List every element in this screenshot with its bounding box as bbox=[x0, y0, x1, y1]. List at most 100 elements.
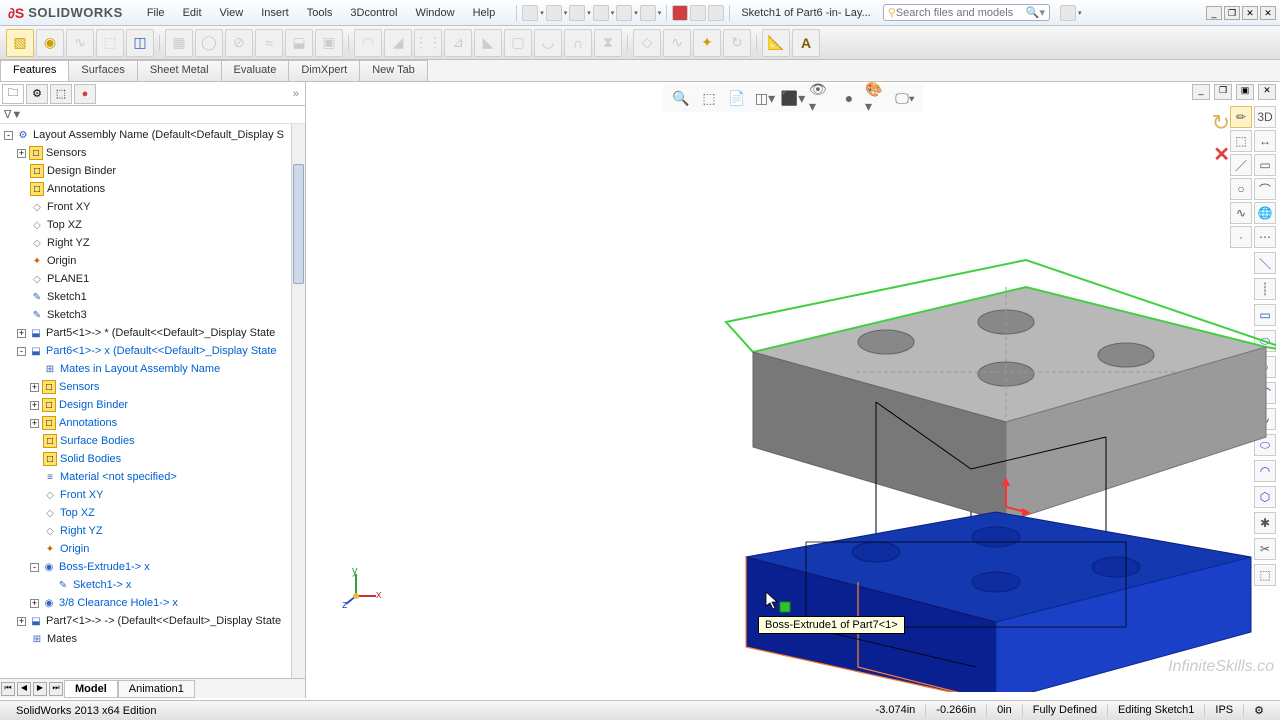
tree-row[interactable]: -⚙Layout Assembly Name (Default<Default_… bbox=[0, 126, 305, 144]
property-tab[interactable]: ⚙ bbox=[26, 84, 48, 104]
tree-row[interactable]: ✎Sketch1-> x bbox=[0, 576, 305, 594]
zoom-fit-icon[interactable]: 🔍 bbox=[669, 86, 693, 110]
tree-row[interactable]: ◇PLANE1 bbox=[0, 270, 305, 288]
section-view-icon[interactable]: ◫▾ bbox=[753, 86, 777, 110]
model-3d-view[interactable] bbox=[306, 112, 1276, 692]
loft-cut-button[interactable]: ⬓ bbox=[285, 29, 313, 57]
menu-insert[interactable]: Insert bbox=[253, 3, 297, 23]
status-units[interactable]: IPS bbox=[1204, 704, 1243, 717]
menu-tools[interactable]: Tools bbox=[299, 3, 341, 23]
instant3d-button[interactable]: ✦ bbox=[693, 29, 721, 57]
expand-toggle[interactable]: + bbox=[30, 383, 39, 392]
menu-edit[interactable]: Edit bbox=[175, 3, 210, 23]
expand-toggle[interactable]: - bbox=[4, 131, 13, 140]
tree-row[interactable]: +□Sensors bbox=[0, 378, 305, 396]
search-go-icon[interactable]: 🔍▾ bbox=[1026, 6, 1045, 19]
view-orient-icon[interactable]: ⬛▾ bbox=[781, 86, 805, 110]
hole-wizard-button[interactable]: ◯ bbox=[195, 29, 223, 57]
tab-evaluate[interactable]: Evaluate bbox=[221, 60, 290, 81]
tree-row[interactable]: □Annotations bbox=[0, 180, 305, 198]
boundary-cut-button[interactable]: ▣ bbox=[315, 29, 343, 57]
text-button[interactable]: A bbox=[792, 29, 820, 57]
options-button[interactable] bbox=[690, 5, 706, 21]
display-style-icon[interactable]: 👁▾ bbox=[809, 86, 833, 110]
expand-toggle[interactable]: + bbox=[17, 329, 26, 338]
menu-window[interactable]: Window bbox=[407, 3, 462, 23]
menu-3dcontrol[interactable]: 3Dcontrol bbox=[342, 3, 405, 23]
views-button[interactable] bbox=[708, 5, 724, 21]
boundary-boss-button[interactable]: ◫ bbox=[126, 29, 154, 57]
extrude-cut-button[interactable]: ▦ bbox=[165, 29, 193, 57]
undo-button[interactable] bbox=[616, 5, 632, 21]
display-tab[interactable]: ● bbox=[74, 84, 96, 104]
more-button[interactable]: ↻ bbox=[723, 29, 751, 57]
linear-pattern-button[interactable]: ⋮⋮ bbox=[414, 29, 442, 57]
ref-geom-button[interactable]: ◇ bbox=[633, 29, 661, 57]
expand-toggle[interactable]: - bbox=[30, 563, 39, 572]
prev-view-button[interactable]: ◀ bbox=[17, 682, 31, 696]
tab-surfaces[interactable]: Surfaces bbox=[68, 60, 137, 81]
tree-row[interactable]: ◇Front XY bbox=[0, 198, 305, 216]
graphics-area[interactable]: 🔍 ⬚ 📄 ◫▾ ⬛▾ 👁▾ ● 🎨▾ 🖵▾ _ ❐ ▣ ✕ ↻ ✕ ✏3D ⬚… bbox=[306, 82, 1280, 698]
expand-toggle[interactable]: + bbox=[30, 419, 39, 428]
last-view-button[interactable]: ⏭ bbox=[49, 682, 63, 696]
tree-row[interactable]: ◇Right YZ bbox=[0, 522, 305, 540]
prev-view-icon[interactable]: 📄 bbox=[725, 86, 749, 110]
app-close-button[interactable]: ✕ bbox=[1260, 6, 1276, 20]
tree-row[interactable]: ✎Sketch1 bbox=[0, 288, 305, 306]
swept-boss-button[interactable]: ∿ bbox=[66, 29, 94, 57]
select-button[interactable] bbox=[640, 5, 656, 21]
tab-new[interactable]: New Tab bbox=[359, 60, 428, 81]
tree-row[interactable]: +⬓Part7<1>-> -> (Default<<Default>_Displ… bbox=[0, 612, 305, 630]
expand-toggle[interactable]: + bbox=[30, 401, 39, 410]
tree-row[interactable]: ◇Right YZ bbox=[0, 234, 305, 252]
canvas-restore-button[interactable]: ❐ bbox=[1214, 84, 1232, 100]
tree-row[interactable]: +⬓Part5<1>-> * (Default<<Default>_Displa… bbox=[0, 324, 305, 342]
tree-scrollbar[interactable] bbox=[291, 124, 305, 678]
tab-dimxpert[interactable]: DimXpert bbox=[288, 60, 360, 81]
tree-row[interactable]: □Design Binder bbox=[0, 162, 305, 180]
open-button[interactable] bbox=[546, 5, 562, 21]
canvas-max-button[interactable]: ▣ bbox=[1236, 84, 1254, 100]
dome-button[interactable]: ∩ bbox=[564, 29, 592, 57]
scroll-thumb[interactable] bbox=[293, 164, 304, 284]
menu-view[interactable]: View bbox=[212, 3, 252, 23]
expand-toggle[interactable]: + bbox=[17, 149, 26, 158]
tree-row[interactable]: ✦Origin bbox=[0, 252, 305, 270]
fillet-button[interactable]: ◠ bbox=[354, 29, 382, 57]
tree-row[interactable]: □Surface Bodies bbox=[0, 432, 305, 450]
extrude-boss-button[interactable]: ▧ bbox=[6, 29, 34, 57]
tree-row[interactable]: +□Sensors bbox=[0, 144, 305, 162]
draft-button[interactable]: ◣ bbox=[474, 29, 502, 57]
first-view-button[interactable]: ⏮ bbox=[1, 682, 15, 696]
new-doc-button[interactable] bbox=[522, 5, 538, 21]
orientation-triad[interactable]: y x z bbox=[342, 568, 382, 608]
expand-toggle[interactable]: - bbox=[17, 347, 26, 356]
tree-row[interactable]: ✦Origin bbox=[0, 540, 305, 558]
hide-show-icon[interactable]: ● bbox=[837, 86, 861, 110]
menu-file[interactable]: File bbox=[139, 3, 173, 23]
zoom-area-icon[interactable]: ⬚ bbox=[697, 86, 721, 110]
measure-button[interactable]: 📐 bbox=[762, 29, 790, 57]
scene-icon[interactable]: 🖵▾ bbox=[893, 86, 917, 110]
close-button[interactable]: ✕ bbox=[1242, 6, 1258, 20]
save-button[interactable] bbox=[569, 5, 585, 21]
shell-button[interactable]: ▢ bbox=[504, 29, 532, 57]
help-button[interactable] bbox=[1060, 5, 1076, 21]
model-tab[interactable]: Model bbox=[64, 680, 118, 698]
tree-row[interactable]: □Solid Bodies bbox=[0, 450, 305, 468]
tree-filter[interactable]: ∇ ▼ bbox=[0, 106, 305, 124]
expand-toggle[interactable]: + bbox=[30, 599, 39, 608]
tree-row[interactable]: -◉Boss-Extrude1-> x bbox=[0, 558, 305, 576]
feature-tree-tab[interactable]: 🗀 bbox=[2, 84, 24, 104]
curves-button[interactable]: ∿ bbox=[663, 29, 691, 57]
tree-row[interactable]: ⊞Mates in Layout Assembly Name bbox=[0, 360, 305, 378]
revolve-boss-button[interactable]: ◉ bbox=[36, 29, 64, 57]
tree-row[interactable]: -⬓Part6<1>-> x (Default<<Default>_Displa… bbox=[0, 342, 305, 360]
canvas-close-button[interactable]: ✕ bbox=[1258, 84, 1276, 100]
tree-row[interactable]: +□Annotations bbox=[0, 414, 305, 432]
tree-row[interactable]: ≡Material <not specified> bbox=[0, 468, 305, 486]
tree-row[interactable]: +□Design Binder bbox=[0, 396, 305, 414]
tree-row[interactable]: ◇Front XY bbox=[0, 486, 305, 504]
tree-row[interactable]: +◉3/8 Clearance Hole1-> x bbox=[0, 594, 305, 612]
